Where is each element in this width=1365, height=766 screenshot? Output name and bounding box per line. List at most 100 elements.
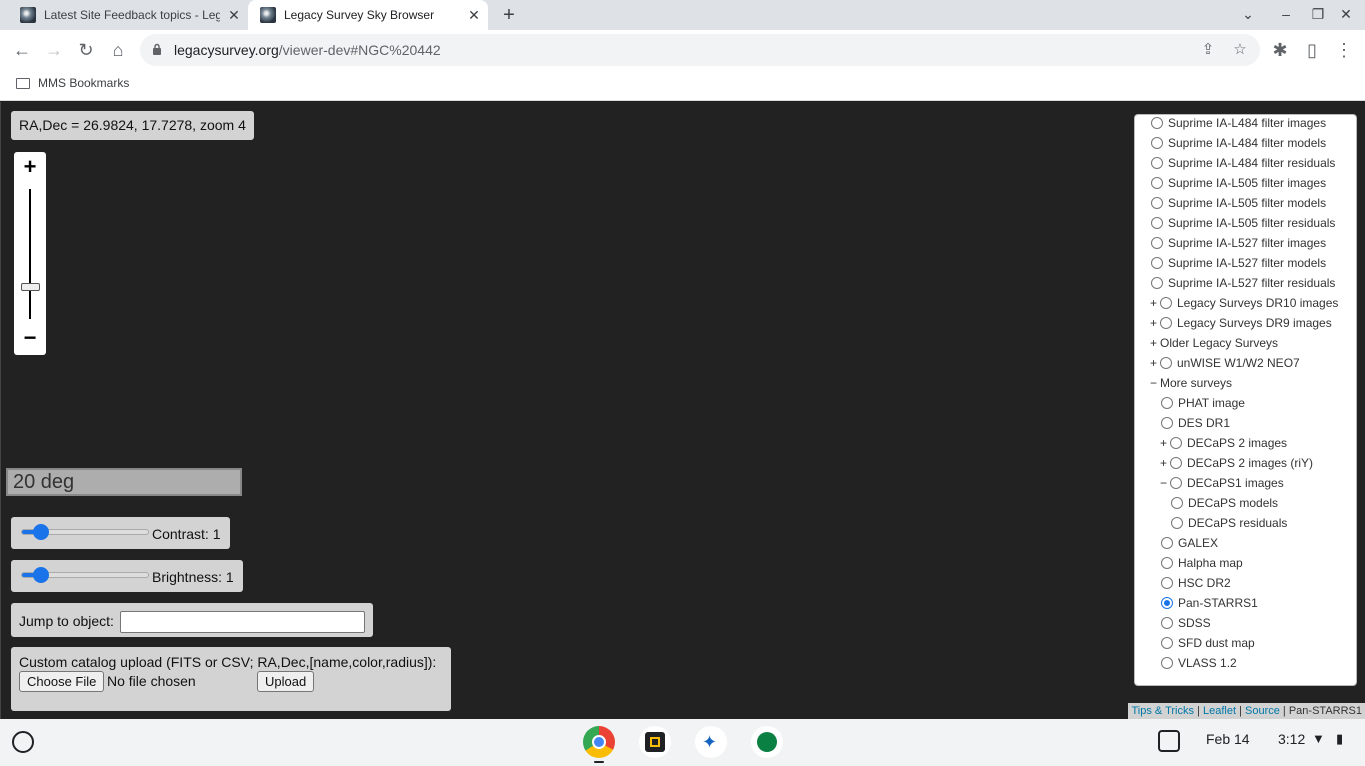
forward-arrow-icon[interactable]: → xyxy=(43,39,65,61)
layer-item[interactable]: + unWISE W1/W2 NEO7 xyxy=(1150,353,1300,373)
bookmark-star-icon[interactable]: ☆ xyxy=(1231,41,1249,59)
minimize-icon[interactable]: – xyxy=(1276,6,1296,22)
layer-item[interactable]: Suprime IA-L484 filter images xyxy=(1151,115,1326,133)
layer-item[interactable]: + Older Legacy Surveys xyxy=(1150,333,1278,353)
layer-radio[interactable] xyxy=(1151,137,1163,149)
brightness-slider-thumb[interactable] xyxy=(33,567,50,583)
layer-item[interactable]: + Legacy Surveys DR10 images xyxy=(1150,293,1338,313)
battery-icon[interactable]: ▮ xyxy=(1336,731,1343,747)
layer-item[interactable]: DES DR1 xyxy=(1161,413,1230,433)
layer-radio[interactable] xyxy=(1161,397,1173,409)
layer-item[interactable]: PHAT image xyxy=(1161,393,1245,413)
layer-radio[interactable] xyxy=(1151,217,1163,229)
expand-icon[interactable]: + xyxy=(1150,333,1160,353)
contrast-slider-thumb[interactable] xyxy=(33,524,50,540)
layer-list[interactable]: Suprime IA-L484 filter images Suprime IA-… xyxy=(1134,114,1357,686)
layer-radio[interactable] xyxy=(1151,237,1163,249)
layer-item[interactable]: + Legacy Surveys DR9 images xyxy=(1150,313,1332,333)
leaflet-link[interactable]: Leaflet xyxy=(1203,705,1236,717)
layer-item[interactable]: Suprime IA-L505 filter models xyxy=(1151,193,1326,213)
chart-app-icon[interactable] xyxy=(751,726,783,758)
layer-radio[interactable] xyxy=(1171,517,1183,529)
layer-radio[interactable] xyxy=(1161,557,1173,569)
expand-icon[interactable]: + xyxy=(1160,453,1170,473)
layer-item[interactable]: SDSS xyxy=(1161,613,1211,633)
layer-radio[interactable] xyxy=(1151,177,1163,189)
layer-item[interactable]: Halpha map xyxy=(1161,553,1243,573)
new-tab-icon[interactable]: + xyxy=(498,5,520,25)
contrast-slider[interactable] xyxy=(21,524,149,540)
launcher-icon[interactable] xyxy=(12,731,34,753)
date-display[interactable]: Feb 14 xyxy=(1206,731,1250,747)
clipboard-icon[interactable] xyxy=(1158,730,1180,752)
layer-item[interactable]: + DECaPS 2 images xyxy=(1160,433,1287,453)
layer-item[interactable]: GALEX xyxy=(1161,533,1218,553)
source-link[interactable]: Source xyxy=(1245,705,1280,717)
layer-item[interactable]: HSC DR2 xyxy=(1161,573,1231,593)
jump-to-object-input[interactable] xyxy=(120,611,365,633)
layer-item[interactable]: Suprime IA-L527 filter residuals xyxy=(1151,273,1335,293)
expand-icon[interactable]: + xyxy=(1150,293,1160,313)
close-tab-icon[interactable]: ✕ xyxy=(226,7,242,23)
home-icon[interactable]: ⌂ xyxy=(107,39,129,61)
zoom-slider-track[interactable] xyxy=(29,189,31,319)
bookmark-folder-mms[interactable]: MMS Bookmarks xyxy=(16,76,129,90)
upload-button[interactable]: Upload xyxy=(257,671,315,692)
layer-radio[interactable] xyxy=(1161,537,1173,549)
layer-item[interactable]: Suprime IA-L527 filter models xyxy=(1151,253,1326,273)
layer-radio[interactable] xyxy=(1161,637,1173,649)
address-bar[interactable]: legacysurvey.org/viewer-dev#NGC%20442 ⇪ … xyxy=(140,34,1260,66)
close-tab-icon[interactable]: ✕ xyxy=(466,7,482,23)
layer-radio[interactable] xyxy=(1160,317,1172,329)
share-icon[interactable]: ⇪ xyxy=(1199,41,1217,59)
layer-radio[interactable] xyxy=(1161,417,1173,429)
layer-radio[interactable] xyxy=(1171,497,1183,509)
reload-icon[interactable]: ↻ xyxy=(75,39,97,61)
zoom-in-button[interactable]: + xyxy=(14,152,46,182)
extensions-puzzle-icon[interactable]: ✱ xyxy=(1269,39,1291,61)
brightness-slider[interactable] xyxy=(21,567,149,583)
layer-item[interactable]: DECaPS residuals xyxy=(1171,513,1287,533)
back-arrow-icon[interactable]: ← xyxy=(11,39,33,61)
layer-item[interactable]: DECaPS models xyxy=(1171,493,1278,513)
expand-icon[interactable]: + xyxy=(1160,433,1170,453)
zoom-out-button[interactable]: − xyxy=(14,323,46,353)
layer-radio[interactable] xyxy=(1160,357,1172,369)
side-panel-icon[interactable]: ▯ xyxy=(1301,39,1323,61)
tab-sky-browser[interactable]: Legacy Survey Sky Browser ✕ xyxy=(248,0,488,30)
menu-kebab-icon[interactable]: ⋮ xyxy=(1333,39,1355,61)
layer-item[interactable]: − More surveys xyxy=(1150,373,1232,393)
layer-item[interactable]: SFD dust map xyxy=(1161,633,1255,653)
layer-radio[interactable] xyxy=(1151,117,1163,129)
tips-link[interactable]: Tips & Tricks xyxy=(1131,705,1194,717)
layer-radio[interactable] xyxy=(1161,577,1173,589)
layer-item[interactable]: Pan-STARRS1 xyxy=(1161,593,1258,613)
zoom-slider-knob[interactable] xyxy=(21,282,40,291)
layer-item[interactable]: Suprime IA-L484 filter models xyxy=(1151,133,1326,153)
layer-item[interactable]: Suprime IA-L505 filter residuals xyxy=(1151,213,1335,233)
time-display[interactable]: 3:12 xyxy=(1278,731,1305,747)
layer-item[interactable]: − DECaPS1 images xyxy=(1160,473,1284,493)
layer-item[interactable]: Suprime IA-L527 filter images xyxy=(1151,233,1326,253)
layer-item[interactable]: VLASS 1.2 xyxy=(1161,653,1237,673)
tab-site-feedback[interactable]: Latest Site Feedback topics - Leg ✕ xyxy=(8,0,248,30)
collapse-icon[interactable]: − xyxy=(1150,373,1160,393)
layer-radio[interactable] xyxy=(1151,157,1163,169)
layer-item[interactable]: Suprime IA-L484 filter residuals xyxy=(1151,153,1335,173)
layer-radio[interactable] xyxy=(1160,297,1172,309)
layer-radio[interactable] xyxy=(1151,197,1163,209)
choose-file-button[interactable]: Choose File xyxy=(19,671,105,692)
layer-radio[interactable] xyxy=(1170,457,1182,469)
layer-item[interactable]: + DECaPS 2 images (riY) xyxy=(1160,453,1313,473)
tab-search-chevron-icon[interactable]: ⌄ xyxy=(1238,6,1258,23)
layer-radio[interactable] xyxy=(1170,437,1182,449)
restore-icon[interactable]: ❐ xyxy=(1308,6,1328,23)
layer-radio[interactable] xyxy=(1151,277,1163,289)
chrome-app-icon[interactable] xyxy=(583,726,615,758)
layer-item[interactable]: Suprime IA-L505 filter images xyxy=(1151,173,1326,193)
expand-icon[interactable]: + xyxy=(1150,313,1160,333)
layer-radio[interactable] xyxy=(1161,617,1173,629)
layer-radio[interactable] xyxy=(1151,257,1163,269)
collapse-icon[interactable]: − xyxy=(1160,473,1170,493)
expand-icon[interactable]: + xyxy=(1150,353,1160,373)
